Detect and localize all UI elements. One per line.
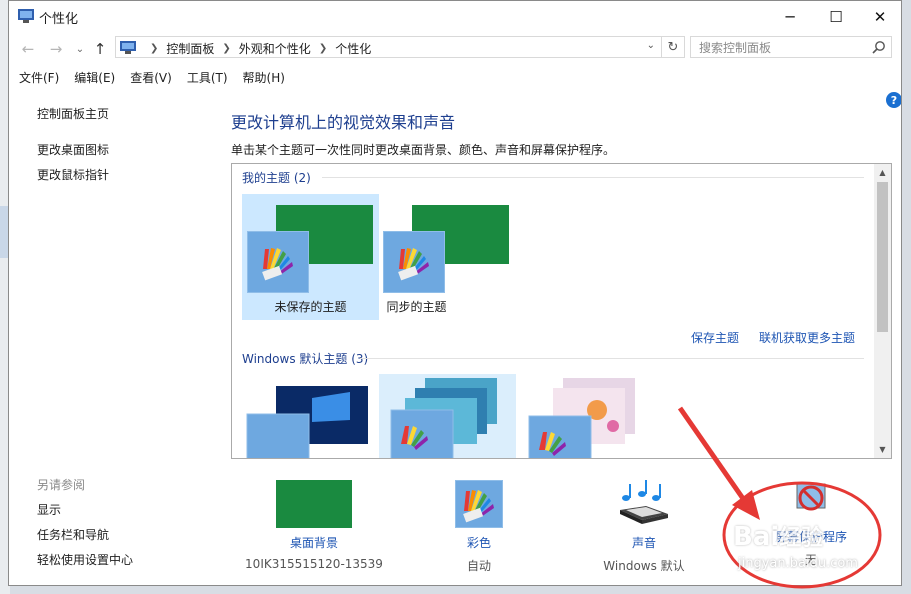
sound-setting[interactable]: 声音 Windows 默认 [594, 480, 694, 574]
menu-tools[interactable]: 工具(T) [178, 67, 234, 89]
theme-synced[interactable]: 同步的主题 [378, 194, 515, 320]
scrollbar-thumb[interactable] [877, 182, 888, 332]
color-palette-icon [383, 231, 445, 293]
up-button[interactable]: ↑ [89, 39, 111, 59]
theme-windows[interactable] [242, 376, 379, 458]
sidebar-link-desktop-icons[interactable]: 更改桌面图标 [37, 141, 109, 158]
maximize-button[interactable]: ☐ [813, 1, 859, 33]
breadcrumb-control-panel[interactable]: 控制面板 [166, 40, 214, 57]
desktop-background-value: 10IK315515120-13539 [245, 557, 383, 571]
save-theme-link[interactable]: 保存主题 [691, 329, 739, 346]
address-dropdown-icon[interactable]: ⌄ [647, 40, 655, 51]
divider [360, 358, 864, 359]
forward-button[interactable]: → [45, 39, 67, 59]
scroll-down-icon[interactable]: ▼ [874, 441, 891, 458]
screensaver-disabled-icon [796, 483, 826, 511]
flowers-wallpaper-preview [528, 378, 635, 458]
my-themes-header: 我的主题 (2) [242, 171, 311, 185]
color-setting[interactable]: 彩色 自动 [429, 480, 529, 574]
desktop-background-setting[interactable]: 桌面背景 10IK315515120-13539 [235, 480, 393, 571]
sidebar-link-taskbar[interactable]: 任务栏和导航 [37, 526, 109, 543]
sound-icon [620, 480, 668, 524]
sidebar-link-control-panel-home[interactable]: 控制面板主页 [37, 105, 109, 122]
page-description: 单击某个主题可一次性同时更改桌面背景、颜色、声音和屏幕保护程序。 [231, 143, 616, 157]
scroll-up-icon[interactable]: ▲ [874, 164, 891, 181]
desktop-background-thumbnail [276, 480, 352, 528]
menu-help[interactable]: 帮助(H) [234, 67, 291, 89]
close-button[interactable]: ✕ [857, 1, 901, 33]
menu-bar: 文件(F) 编辑(E) 查看(V) 工具(T) 帮助(H) [9, 67, 291, 89]
sound-value: Windows 默认 [603, 559, 685, 573]
divider [322, 177, 864, 178]
sidebar-link-display[interactable]: 显示 [37, 501, 61, 518]
windows-10-wallpaper-preview [390, 378, 497, 458]
sidebar-link-mouse-pointers[interactable]: 更改鼠标指针 [37, 166, 109, 183]
sidebar-link-ease-of-access[interactable]: 轻松使用设置中心 [37, 551, 133, 568]
breadcrumb-chevron-icon[interactable]: ❯ [319, 43, 327, 54]
color-palette-icon [455, 480, 503, 528]
watermark-logo: Bai经验 [733, 522, 824, 552]
breadcrumb: ❯ 控制面板 ❯ 外观和个性化 ❯ 个性化 [142, 40, 371, 57]
help-icon[interactable]: ? [886, 92, 901, 108]
window-title: 个性化 [39, 12, 79, 27]
color-value: 自动 [466, 559, 491, 573]
back-button[interactable]: ← [17, 39, 39, 59]
theme-windows-10[interactable] [379, 374, 516, 458]
desktop-background-link[interactable]: 桌面背景 [235, 534, 393, 551]
see-also-heading: 另请参阅 [37, 478, 86, 492]
control-panel-icon [120, 41, 136, 54]
menu-edit[interactable]: 编辑(E) [65, 67, 121, 89]
theme-label: 同步的主题 [386, 300, 447, 314]
watermark-url: jingyan.baidu.com [738, 556, 858, 571]
color-palette-icon [247, 231, 309, 293]
menu-file[interactable]: 文件(F) [9, 67, 65, 89]
breadcrumb-personalization[interactable]: 个性化 [335, 40, 371, 57]
title-bar: 个性化 ─ ☐ ✕ [9, 1, 901, 33]
personalization-window: 个性化 ─ ☐ ✕ ← → ⌄ ↑ ❯ 控制面板 ❯ 外观和个性化 ❯ 个性化 … [8, 0, 902, 586]
color-link[interactable]: 彩色 [429, 534, 529, 551]
control-panel-icon [18, 9, 34, 23]
windows-themes-header: Windows 默认主题 (3) [242, 352, 369, 366]
menu-view[interactable]: 查看(V) [121, 67, 178, 89]
minimize-button[interactable]: ─ [767, 1, 813, 33]
sound-link[interactable]: 声音 [594, 534, 694, 551]
vertical-scrollbar[interactable]: ▲ ▼ [874, 164, 891, 458]
windows-wallpaper-preview [246, 386, 368, 458]
search-box[interactable] [690, 36, 892, 58]
page-title: 更改计算机上的视觉效果和声音 [231, 113, 456, 132]
search-input[interactable] [697, 38, 871, 58]
breadcrumb-chevron-icon: ❯ [150, 43, 159, 54]
breadcrumb-chevron-icon[interactable]: ❯ [222, 43, 230, 54]
theme-list: 我的主题 (2) 未保存的主题 同步的主题 保存主题 联机获取更多主题 Wind… [231, 163, 892, 459]
recent-pages-chevron-icon[interactable]: ⌄ [69, 39, 91, 59]
refresh-button[interactable]: ↻ [662, 36, 685, 58]
theme-flowers[interactable] [519, 376, 656, 458]
get-more-themes-link[interactable]: 联机获取更多主题 [759, 329, 855, 346]
search-icon [872, 41, 885, 54]
breadcrumb-appearance[interactable]: 外观和个性化 [239, 40, 311, 57]
address-bar[interactable]: ❯ 控制面板 ❯ 外观和个性化 ❯ 个性化 ⌄ [115, 36, 662, 58]
